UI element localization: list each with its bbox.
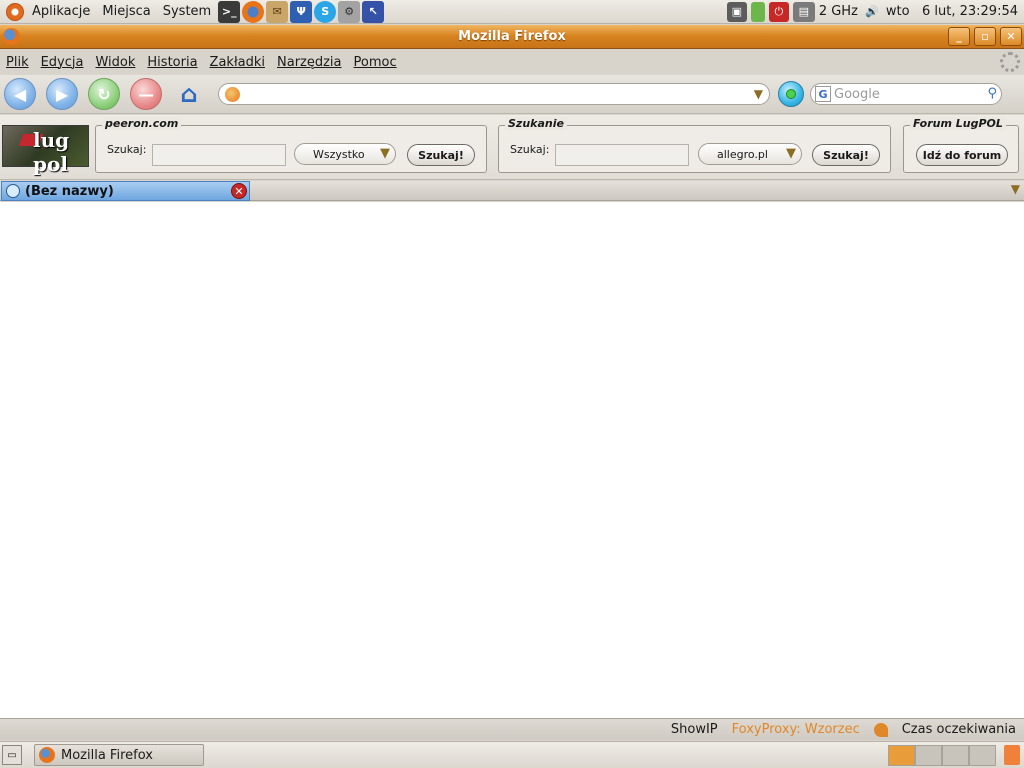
window-title: Mozilla Firefox [458,29,566,44]
url-bar[interactable]: ▼ [218,83,770,105]
menu-applications-label: Aplikacje [32,4,91,19]
peeron-search-input[interactable] [152,144,286,166]
peeron-legend: peeron.com [102,117,182,130]
tab-close-icon[interactable]: ✕ [231,183,247,199]
tab-bar: (Bez nazwy) ✕ ▼ [0,181,1024,201]
stop-button[interactable]: — [130,78,162,110]
szukanie-search-label: Szukaj: [510,143,550,156]
firefox-window-icon[interactable] [3,28,20,45]
lugpol-logo[interactable]: lug pol [2,125,89,176]
workspace-1[interactable] [888,744,915,766]
window-titlebar[interactable]: Mozilla Firefox _ ▫ ✕ [0,25,1024,49]
szukanie-dropdown-icon: ▼ [786,146,796,161]
navigation-toolbar: ◀ ▶ ↻ — ⌂ ▼ G Google ⚲ [0,75,1024,114]
applications-menu[interactable]: Aplikacje [0,0,96,24]
tab-label: (Bez nazwy) [25,183,114,199]
workspace-3[interactable] [942,744,969,766]
peeron-fieldset: peeron.com Szukaj: Wszystko ▼ Szukaj! [95,117,487,173]
system-menu[interactable]: System [157,0,217,24]
settings-icon[interactable]: ⚙ [338,0,361,23]
reload-button[interactable]: ↻ [88,78,120,110]
skype-icon[interactable]: S [314,0,337,23]
forum-fieldset: Forum LugPOL Idź do forum [903,117,1019,173]
battery-icon[interactable] [750,1,765,22]
peeron-dropdown-icon: ▼ [380,146,390,161]
tab-list-icon[interactable]: ▼ [1011,182,1020,196]
places-menu[interactable]: Miejsca [96,0,156,24]
power-icon[interactable]: ⏻ [768,1,789,22]
foxyproxy-icon[interactable] [873,722,888,737]
workspace-4[interactable] [969,744,996,766]
menu-narzedzia[interactable]: Narzędzia [277,55,342,70]
bottom-panel: ▭ Mozilla Firefox [0,741,1024,768]
peeron-search-label: Szukaj: [107,143,147,156]
foxyproxy-status[interactable]: FoxyProxy: Wzorzec [732,722,860,737]
volume-icon[interactable]: 🔊 [862,2,882,22]
show-desktop-icon[interactable]: ▭ [2,745,22,765]
menu-pomoc[interactable]: Pomoc [354,55,397,70]
page-content[interactable] [0,202,1024,718]
peeron-scope-value: Wszystko [313,147,365,161]
forward-button[interactable]: ▶ [46,78,78,110]
showip-status[interactable]: ShowIP [671,722,718,737]
clock[interactable]: wto 6 lut, 23:29:54 [886,4,1018,19]
search-bar[interactable]: G Google ⚲ [810,83,1002,105]
custom-toolbar: lug pol peeron.com Szukaj: Wszystko ▼ Sz… [0,115,1024,180]
screenshot-icon[interactable]: ↖ [362,0,385,23]
go-icon [786,89,796,99]
szukanie-search-button[interactable]: Szukaj! [812,144,880,166]
szukanie-site-value: allegro.pl [717,147,768,161]
taskbar-firefox-icon [39,747,55,763]
cpu-icon[interactable]: ▤ [792,1,815,22]
search-placeholder: Google [834,86,880,102]
panel-tray: ▣ ⏻ ▤ 2 GHz 🔊 wto 6 lut, 23:29:54 [726,1,1024,22]
load-status-text: Czas oczekiwania [901,722,1016,737]
logo-text: lug pol [33,128,70,176]
peeron-search-button[interactable]: Szukaj! [407,144,475,166]
terminal-icon[interactable]: >_ [218,0,241,23]
go-button[interactable] [778,81,804,107]
menu-system-label: System [162,4,212,19]
page-favicon-icon [225,86,240,102]
network-icon[interactable]: ▣ [726,1,747,22]
tab-untitled[interactable]: (Bez nazwy) ✕ [1,181,250,201]
throbber-icon [1000,52,1020,72]
home-button[interactable]: ⌂ [172,77,206,111]
menu-zakladki[interactable]: Zakładki [210,55,265,70]
peeron-scope-select[interactable]: Wszystko ▼ [294,143,396,165]
workspace-switcher [888,744,996,766]
firefox-icon[interactable] [242,0,265,23]
menu-historia[interactable]: Historia [147,55,197,70]
szukanie-search-input[interactable] [555,144,689,166]
menubar: Plik Edycja Widok Historia Zakładki Narz… [0,50,1024,74]
minimize-button[interactable]: _ [948,27,970,46]
cpu-frequency: 2 GHz [818,4,858,19]
szukanie-site-select[interactable]: allegro.pl ▼ [698,143,802,165]
workspace-2[interactable] [915,744,942,766]
szukanie-legend: Szukanie [505,117,567,130]
search-magnifier-icon[interactable]: ⚲ [987,86,997,101]
status-bar: ShowIP FoxyProxy: Wzorzec Czas oczekiwan… [0,718,1024,740]
close-button[interactable]: ✕ [1000,27,1022,46]
menu-places-label: Miejsca [102,4,151,19]
mail-icon[interactable]: ✉ [266,0,289,23]
ubuntu-logo-icon [6,2,24,21]
trash-icon[interactable] [1004,745,1020,765]
google-engine-icon[interactable]: G [815,86,831,102]
menu-edycja[interactable]: Edycja [41,55,84,70]
taskbar-firefox-button[interactable]: Mozilla Firefox [34,744,204,766]
psi-icon[interactable]: Ψ [290,0,313,23]
back-button[interactable]: ◀ [4,78,36,110]
tab-page-icon [6,184,20,198]
menu-widok[interactable]: Widok [95,55,135,70]
szukanie-fieldset: Szukanie Szukaj: allegro.pl ▼ Szukaj! [498,117,891,173]
maximize-button[interactable]: ▫ [974,27,996,46]
url-dropdown-icon[interactable]: ▼ [754,87,763,101]
top-panel: Aplikacje Miejsca System >_ ✉ Ψ S ⚙ ↖ ▣ … [0,0,1024,24]
taskbar-firefox-label: Mozilla Firefox [61,747,153,763]
go-to-forum-button[interactable]: Idź do forum [916,144,1008,166]
menu-plik[interactable]: Plik [6,55,29,70]
forum-legend: Forum LugPOL [910,117,1006,130]
